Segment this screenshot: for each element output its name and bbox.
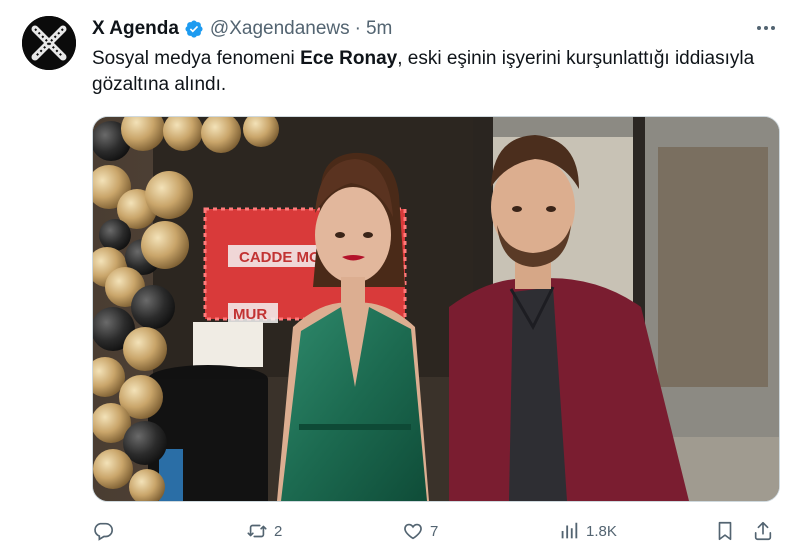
more-dot-icon	[764, 26, 768, 30]
reply-button[interactable]	[92, 516, 120, 546]
tweet-header: X Agenda @Xagendanews · 5m	[92, 16, 392, 42]
retweet-icon	[247, 524, 267, 538]
timestamp[interactable]: 5m	[366, 18, 392, 40]
bookmark-button[interactable]	[714, 516, 736, 546]
tweet-photo[interactable]: CADDE MO MUR	[92, 116, 780, 502]
heart-icon	[404, 523, 422, 540]
photo-illustration: CADDE MO MUR	[93, 117, 779, 501]
tweet-text: Sosyal medya fenomeni Ece Ronay, eski eş…	[92, 46, 772, 98]
share-icon	[754, 521, 772, 541]
display-name[interactable]: X Agenda	[92, 18, 179, 40]
x-logo-icon	[22, 16, 76, 70]
views-count: 1.8K	[586, 522, 617, 540]
retweet-button[interactable]: 2	[246, 516, 282, 546]
views-chart-icon	[561, 522, 578, 539]
views-button[interactable]: 1.8K	[558, 516, 617, 546]
sign-text-1: CADDE MO	[239, 249, 321, 266]
verified-badge-icon[interactable]	[184, 19, 204, 39]
handle[interactable]: @Xagendanews	[210, 18, 350, 40]
share-button[interactable]	[752, 516, 774, 546]
action-bar: 2 7 1.8K	[92, 516, 782, 546]
like-count: 7	[430, 522, 439, 540]
tweet-text-bold: Ece Ronay	[300, 48, 398, 69]
more-dot-icon	[757, 26, 761, 30]
separator-dot: ·	[354, 18, 361, 39]
more-dot-icon	[771, 26, 775, 30]
sign-text-2: MUR	[233, 306, 267, 323]
tweet-card[interactable]: X Agenda @Xagendanews · 5m Sosyal medya …	[0, 0, 804, 558]
tweet-text-part1: Sosyal medya fenomeni	[92, 48, 301, 69]
more-options-button[interactable]	[752, 16, 780, 40]
reply-icon	[94, 522, 113, 541]
avatar[interactable]	[22, 16, 76, 70]
retweet-count: 2	[274, 522, 283, 540]
like-button[interactable]: 7	[402, 516, 438, 546]
bookmark-icon	[718, 521, 732, 541]
